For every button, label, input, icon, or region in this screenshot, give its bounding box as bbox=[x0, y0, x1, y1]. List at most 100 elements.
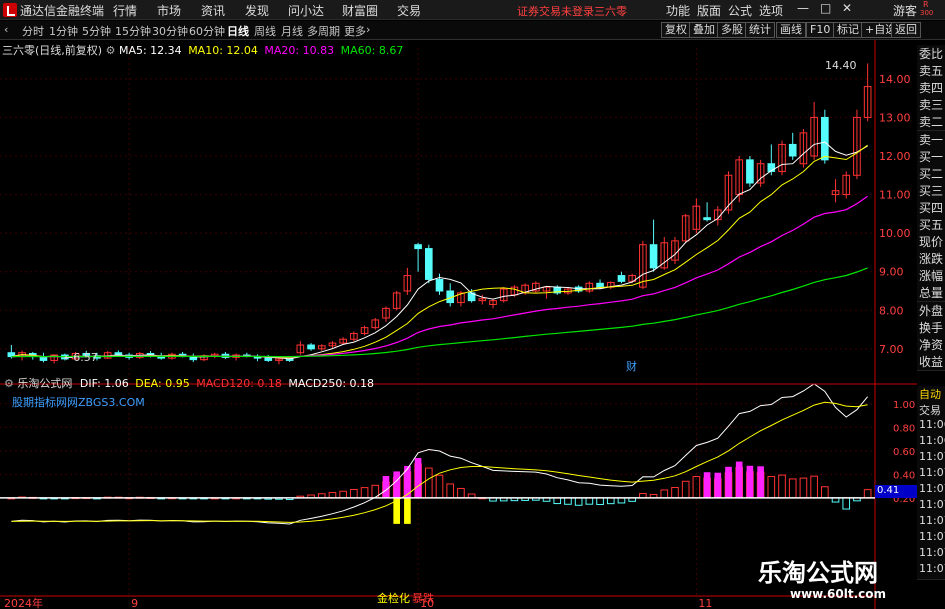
quote-panel-item[interactable]: 买三 bbox=[917, 181, 945, 200]
menu-hangqing[interactable]: 行情 bbox=[113, 2, 137, 19]
gear-icon[interactable]: ⚙ bbox=[106, 44, 116, 57]
tf-15min[interactable]: 15分钟 bbox=[115, 23, 151, 39]
chevron-down-icon[interactable]: › bbox=[366, 23, 370, 36]
quote-panel-item[interactable]: 买五 bbox=[917, 216, 945, 234]
maximize-icon[interactable]: □ bbox=[820, 1, 831, 15]
quote-panel-item[interactable]: 卖三 bbox=[917, 96, 945, 115]
gear-icon[interactable]: ⚙ bbox=[4, 377, 14, 390]
macd-tick-label: 0.60 bbox=[893, 447, 915, 458]
candle-body bbox=[264, 357, 273, 361]
quote-panel-item[interactable]: 卖四 bbox=[917, 79, 945, 98]
quote-panel-item[interactable]: 外盘 bbox=[917, 301, 945, 320]
menu-wenxiaoda[interactable]: 问小达 bbox=[288, 2, 324, 19]
macd-hist-bar bbox=[617, 497, 626, 504]
candle-body bbox=[307, 344, 315, 350]
quote-panel-item[interactable]: 卖五 bbox=[917, 62, 945, 81]
quote-panel-item[interactable]: 总量 bbox=[917, 284, 945, 303]
date-tick-label: 11 bbox=[698, 597, 712, 609]
tf-5min[interactable]: 5分钟 bbox=[82, 23, 111, 39]
formula-name: 乐淘公式网 bbox=[17, 377, 73, 390]
menu-gongneng[interactable]: 功能 bbox=[666, 2, 690, 19]
price-tick-label: 8.00 bbox=[879, 304, 904, 317]
mark-button[interactable]: 标记 bbox=[833, 22, 863, 38]
kline-chart[interactable]: 7.008.009.0010.0011.0012.0013.0014.000.2… bbox=[0, 40, 945, 609]
dif-label: DIF: 1.06 bbox=[79, 377, 129, 390]
close-icon[interactable]: ✕ bbox=[842, 1, 852, 15]
watermark-url: www.60lt.com bbox=[790, 587, 887, 601]
tf-monthly[interactable]: 月线 bbox=[281, 23, 303, 39]
f10-button[interactable]: F10 bbox=[806, 22, 835, 38]
menu-xuanxiang[interactable]: 选项 bbox=[759, 2, 783, 19]
menu-gongshi[interactable]: 公式 bbox=[728, 2, 752, 19]
menu-zixun[interactable]: 资讯 bbox=[201, 2, 225, 19]
macd-hist-bar bbox=[435, 474, 444, 499]
quote-panel-item[interactable]: 卖二 bbox=[917, 113, 945, 132]
quote-panel-lower-item[interactable]: 11:07 bbox=[917, 562, 945, 580]
macd-hist-bar bbox=[457, 487, 465, 499]
date-tick-label: 9 bbox=[131, 597, 138, 609]
tf-multi[interactable]: 多周期 bbox=[307, 23, 340, 39]
menu-shichang[interactable]: 市场 bbox=[157, 2, 181, 19]
tf-more[interactable]: 更多 bbox=[344, 23, 366, 39]
right-marker-r: R bbox=[923, 0, 929, 9]
date-tick-label: 2024年 bbox=[4, 596, 43, 609]
tf-daily[interactable]: 日线 bbox=[227, 23, 249, 39]
quote-panel-item[interactable]: 收益 bbox=[917, 352, 945, 371]
menu-banmian[interactable]: 版面 bbox=[697, 2, 721, 19]
quote-panel-item[interactable]: 换手 bbox=[917, 318, 945, 337]
menu-caifuquan[interactable]: 财富圈 bbox=[342, 2, 378, 19]
candle-body bbox=[596, 282, 604, 288]
multi-stock-button[interactable]: 多股 bbox=[717, 22, 747, 38]
quote-panel-item[interactable]: 卖一 bbox=[917, 130, 945, 149]
quote-panel-item[interactable]: 涨跌 bbox=[917, 250, 945, 269]
low-price-value: 6.57 bbox=[73, 351, 98, 364]
ma60-label: MA60: 8.67 bbox=[340, 44, 404, 57]
quote-panel-item[interactable]: 买四 bbox=[917, 198, 945, 217]
macd-hist-bar bbox=[778, 474, 786, 499]
quote-panel-item[interactable]: 涨幅 bbox=[917, 267, 945, 286]
quote-panel-item[interactable]: 委比 bbox=[917, 45, 945, 63]
login-status[interactable]: 证券交易未登录 bbox=[517, 3, 594, 19]
tf-fenshi[interactable]: 分时 bbox=[22, 23, 44, 39]
price-tick-label: 10.00 bbox=[879, 227, 911, 240]
quote-panel-item[interactable]: 现价 bbox=[917, 233, 945, 252]
signal-label-2: 暴跌 bbox=[412, 592, 434, 605]
macd-hist-bar bbox=[767, 476, 776, 499]
minimize-icon[interactable]: — bbox=[797, 1, 809, 15]
quote-panel-item[interactable]: 买一 bbox=[917, 147, 945, 166]
macd250-label: MACD250: 0.18 bbox=[288, 377, 375, 390]
price-tick-label: 9.00 bbox=[879, 266, 904, 279]
quote-panel-item[interactable]: 净资 bbox=[917, 335, 945, 354]
price-tick-label: 13.00 bbox=[879, 111, 911, 124]
fuquan-button[interactable]: 复权 bbox=[661, 22, 691, 38]
period-toolbar: ‹ 分时 1分钟 5分钟 15分钟 30分钟 60分钟 日线 周线 月线 多周期… bbox=[0, 21, 945, 40]
back-button[interactable]: 返回 bbox=[891, 22, 921, 38]
stats-button[interactable]: 统计 bbox=[745, 22, 775, 38]
macd-yellow-bar bbox=[404, 497, 411, 524]
tf-1min[interactable]: 1分钟 bbox=[49, 23, 78, 39]
overlay-button[interactable]: 叠加 bbox=[689, 22, 719, 38]
ma5-label: MA5: 12.34 bbox=[118, 44, 182, 57]
draw-line-button[interactable]: 画线 bbox=[776, 22, 806, 38]
app-logo-icon bbox=[3, 3, 17, 17]
finance-marker[interactable]: 财 bbox=[626, 358, 637, 374]
low-price-label: ←6.57 bbox=[64, 351, 98, 364]
menu-faxian[interactable]: 发现 bbox=[245, 2, 269, 19]
tf-weekly[interactable]: 周线 bbox=[254, 23, 276, 39]
candle-body bbox=[414, 244, 422, 250]
ma20-label: MA20: 10.83 bbox=[264, 44, 335, 57]
price-tick-label: 12.00 bbox=[879, 150, 911, 163]
tf-30min[interactable]: 30分钟 bbox=[152, 23, 188, 39]
stock-series-name: 三六零(日线,前复权) bbox=[2, 44, 103, 57]
macd-hist-bar bbox=[424, 467, 433, 499]
macd-signal-bar bbox=[725, 466, 732, 498]
tf-60min[interactable]: 60分钟 bbox=[189, 23, 225, 39]
macd-signal-bar bbox=[735, 461, 743, 498]
menu-jiaoyi[interactable]: 交易 bbox=[397, 2, 421, 19]
chevron-left-icon[interactable]: ‹ bbox=[4, 23, 8, 36]
dea-label: DEA: 0.95 bbox=[135, 377, 190, 390]
guest-label[interactable]: 游客 bbox=[893, 2, 917, 19]
quote-panel-item[interactable]: 买二 bbox=[917, 164, 945, 183]
main-indicator-header: 三六零(日线,前复权) ⚙ MA5: 12.34 MA10: 12.04 MA2… bbox=[2, 42, 403, 58]
macd-hist-bar bbox=[660, 489, 669, 499]
